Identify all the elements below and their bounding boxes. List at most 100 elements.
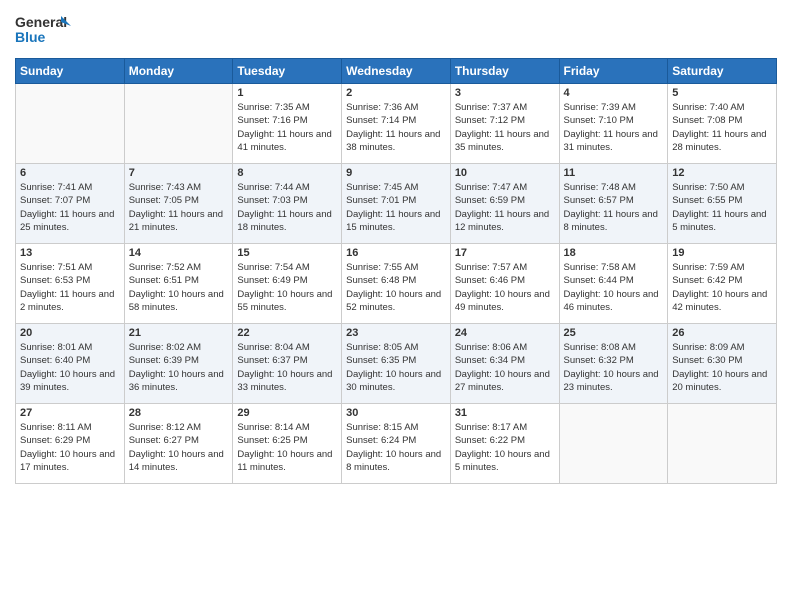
day-number: 28 [129, 407, 229, 419]
day-number: 17 [455, 247, 555, 259]
day-number: 21 [129, 327, 229, 339]
day-info: Sunrise: 7:50 AM Sunset: 6:55 PM Dayligh… [672, 181, 772, 234]
day-cell: 30 Sunrise: 8:15 AM Sunset: 6:24 PM Dayli… [342, 404, 451, 484]
day-number: 24 [455, 327, 555, 339]
day-cell: 22Sunrise: 8:04 AM Sunset: 6:37 PM Dayli… [233, 324, 342, 404]
day-number: 1 [237, 87, 337, 99]
day-info: Sunrise: 8:02 AM Sunset: 6:39 PM Dayligh… [129, 341, 229, 394]
day-cell: 17 Sunrise: 7:57 AM Sunset: 6:46 PM Dayli… [450, 244, 559, 324]
week-row-4: 20 Sunrise: 8:01 AM Sunset: 6:40 PM Dayli… [16, 324, 777, 404]
day-info: Sunrise: 8:08 AM Sunset: 6:32 PM Dayligh… [564, 341, 664, 394]
day-info: Sunrise: 8:17 AM Sunset: 6:22 PM Dayligh… [455, 421, 555, 474]
week-row-3: 13 Sunrise: 7:51 AM Sunset: 6:53 PM Dayli… [16, 244, 777, 324]
day-cell: 14Sunrise: 7:52 AM Sunset: 6:51 PM Dayli… [124, 244, 233, 324]
day-cell [559, 404, 668, 484]
day-number: 2 [346, 87, 446, 99]
day-number: 6 [20, 167, 120, 179]
day-number: 31 [455, 407, 555, 419]
day-info: Sunrise: 7:36 AM Sunset: 7:14 PM Dayligh… [346, 101, 446, 154]
day-cell: 28 Sunrise: 8:12 AM Sunset: 6:27 PM Dayli… [124, 404, 233, 484]
day-number: 13 [20, 247, 120, 259]
day-info: Sunrise: 7:51 AM Sunset: 6:53 PM Dayligh… [20, 261, 120, 314]
day-cell: 16 Sunrise: 7:55 AM Sunset: 6:48 PM Dayli… [342, 244, 451, 324]
day-info: Sunrise: 7:41 AM Sunset: 7:07 PM Dayligh… [20, 181, 120, 234]
day-info: Sunrise: 8:01 AM Sunset: 6:40 PM Dayligh… [20, 341, 120, 394]
day-cell: 20 Sunrise: 8:01 AM Sunset: 6:40 PM Dayli… [16, 324, 125, 404]
calendar-body: 1 Sunrise: 7:35 AM Sunset: 7:16 PM Daylig… [16, 84, 777, 484]
day-info: Sunrise: 7:43 AM Sunset: 7:05 PM Dayligh… [129, 181, 229, 234]
day-cell: 3Sunrise: 7:37 AM Sunset: 7:12 PM Daylig… [450, 84, 559, 164]
day-cell: 2 Sunrise: 7:36 AM Sunset: 7:14 PM Daylig… [342, 84, 451, 164]
day-info: Sunrise: 7:35 AM Sunset: 7:16 PM Dayligh… [237, 101, 337, 154]
day-info: Sunrise: 8:09 AM Sunset: 6:30 PM Dayligh… [672, 341, 772, 394]
day-cell: 7 Sunrise: 7:43 AM Sunset: 7:05 PM Daylig… [124, 164, 233, 244]
day-cell: 1 Sunrise: 7:35 AM Sunset: 7:16 PM Daylig… [233, 84, 342, 164]
day-number: 3 [455, 87, 555, 99]
day-cell: 15 Sunrise: 7:54 AM Sunset: 6:49 PM Dayli… [233, 244, 342, 324]
day-info: Sunrise: 7:52 AM Sunset: 6:51 PM Dayligh… [129, 261, 229, 314]
header-row: SundayMondayTuesdayWednesdayThursdayFrid… [16, 59, 777, 84]
day-info: Sunrise: 7:57 AM Sunset: 6:46 PM Dayligh… [455, 261, 555, 314]
day-info: Sunrise: 7:54 AM Sunset: 6:49 PM Dayligh… [237, 261, 337, 314]
day-number: 7 [129, 167, 229, 179]
day-info: Sunrise: 7:59 AM Sunset: 6:42 PM Dayligh… [672, 261, 772, 314]
day-cell: 18Sunrise: 7:58 AM Sunset: 6:44 PM Dayli… [559, 244, 668, 324]
day-header-monday: Monday [124, 59, 233, 84]
day-number: 20 [20, 327, 120, 339]
day-number: 16 [346, 247, 446, 259]
week-row-2: 6 Sunrise: 7:41 AM Sunset: 7:07 PM Daylig… [16, 164, 777, 244]
day-info: Sunrise: 7:39 AM Sunset: 7:10 PM Dayligh… [564, 101, 664, 154]
day-header-thursday: Thursday [450, 59, 559, 84]
day-info: Sunrise: 7:47 AM Sunset: 6:59 PM Dayligh… [455, 181, 555, 234]
day-cell: 31 Sunrise: 8:17 AM Sunset: 6:22 PM Dayli… [450, 404, 559, 484]
day-info: Sunrise: 8:04 AM Sunset: 6:37 PM Dayligh… [237, 341, 337, 394]
svg-text:General: General [15, 14, 67, 30]
day-cell: 25 Sunrise: 8:08 AM Sunset: 6:32 PM Dayli… [559, 324, 668, 404]
logo-svg: GeneralBlue [15, 10, 75, 50]
week-row-1: 1 Sunrise: 7:35 AM Sunset: 7:16 PM Daylig… [16, 84, 777, 164]
day-cell: 8 Sunrise: 7:44 AM Sunset: 7:03 PM Daylig… [233, 164, 342, 244]
day-number: 5 [672, 87, 772, 99]
day-cell: 19 Sunrise: 7:59 AM Sunset: 6:42 PM Dayli… [668, 244, 777, 324]
calendar-table: SundayMondayTuesdayWednesdayThursdayFrid… [15, 58, 777, 484]
day-number: 27 [20, 407, 120, 419]
day-number: 11 [564, 167, 664, 179]
day-info: Sunrise: 8:12 AM Sunset: 6:27 PM Dayligh… [129, 421, 229, 474]
day-number: 8 [237, 167, 337, 179]
day-cell: 24 Sunrise: 8:06 AM Sunset: 6:34 PM Dayli… [450, 324, 559, 404]
day-cell: 10Sunrise: 7:47 AM Sunset: 6:59 PM Dayli… [450, 164, 559, 244]
day-number: 15 [237, 247, 337, 259]
day-cell: 26Sunrise: 8:09 AM Sunset: 6:30 PM Dayli… [668, 324, 777, 404]
day-info: Sunrise: 7:45 AM Sunset: 7:01 PM Dayligh… [346, 181, 446, 234]
day-cell: 5 Sunrise: 7:40 AM Sunset: 7:08 PM Daylig… [668, 84, 777, 164]
day-info: Sunrise: 7:58 AM Sunset: 6:44 PM Dayligh… [564, 261, 664, 314]
day-info: Sunrise: 8:05 AM Sunset: 6:35 PM Dayligh… [346, 341, 446, 394]
day-number: 30 [346, 407, 446, 419]
day-cell: 23Sunrise: 8:05 AM Sunset: 6:35 PM Dayli… [342, 324, 451, 404]
day-info: Sunrise: 8:06 AM Sunset: 6:34 PM Dayligh… [455, 341, 555, 394]
day-cell: 9Sunrise: 7:45 AM Sunset: 7:01 PM Daylig… [342, 164, 451, 244]
day-cell: 13 Sunrise: 7:51 AM Sunset: 6:53 PM Dayli… [16, 244, 125, 324]
day-cell: 21 Sunrise: 8:02 AM Sunset: 6:39 PM Dayli… [124, 324, 233, 404]
day-cell [124, 84, 233, 164]
week-row-5: 27 Sunrise: 8:11 AM Sunset: 6:29 PM Dayli… [16, 404, 777, 484]
day-info: Sunrise: 8:15 AM Sunset: 6:24 PM Dayligh… [346, 421, 446, 474]
day-cell [16, 84, 125, 164]
day-header-wednesday: Wednesday [342, 59, 451, 84]
day-number: 29 [237, 407, 337, 419]
day-cell: 4 Sunrise: 7:39 AM Sunset: 7:10 PM Daylig… [559, 84, 668, 164]
calendar-header: SundayMondayTuesdayWednesdayThursdayFrid… [16, 59, 777, 84]
day-header-saturday: Saturday [668, 59, 777, 84]
day-number: 12 [672, 167, 772, 179]
day-info: Sunrise: 8:11 AM Sunset: 6:29 PM Dayligh… [20, 421, 120, 474]
day-info: Sunrise: 7:40 AM Sunset: 7:08 PM Dayligh… [672, 101, 772, 154]
logo: GeneralBlue [15, 10, 75, 50]
day-info: Sunrise: 7:48 AM Sunset: 6:57 PM Dayligh… [564, 181, 664, 234]
day-number: 4 [564, 87, 664, 99]
day-info: Sunrise: 7:44 AM Sunset: 7:03 PM Dayligh… [237, 181, 337, 234]
day-number: 19 [672, 247, 772, 259]
day-info: Sunrise: 7:55 AM Sunset: 6:48 PM Dayligh… [346, 261, 446, 314]
day-cell: 11 Sunrise: 7:48 AM Sunset: 6:57 PM Dayli… [559, 164, 668, 244]
header: GeneralBlue [15, 10, 777, 50]
day-number: 25 [564, 327, 664, 339]
